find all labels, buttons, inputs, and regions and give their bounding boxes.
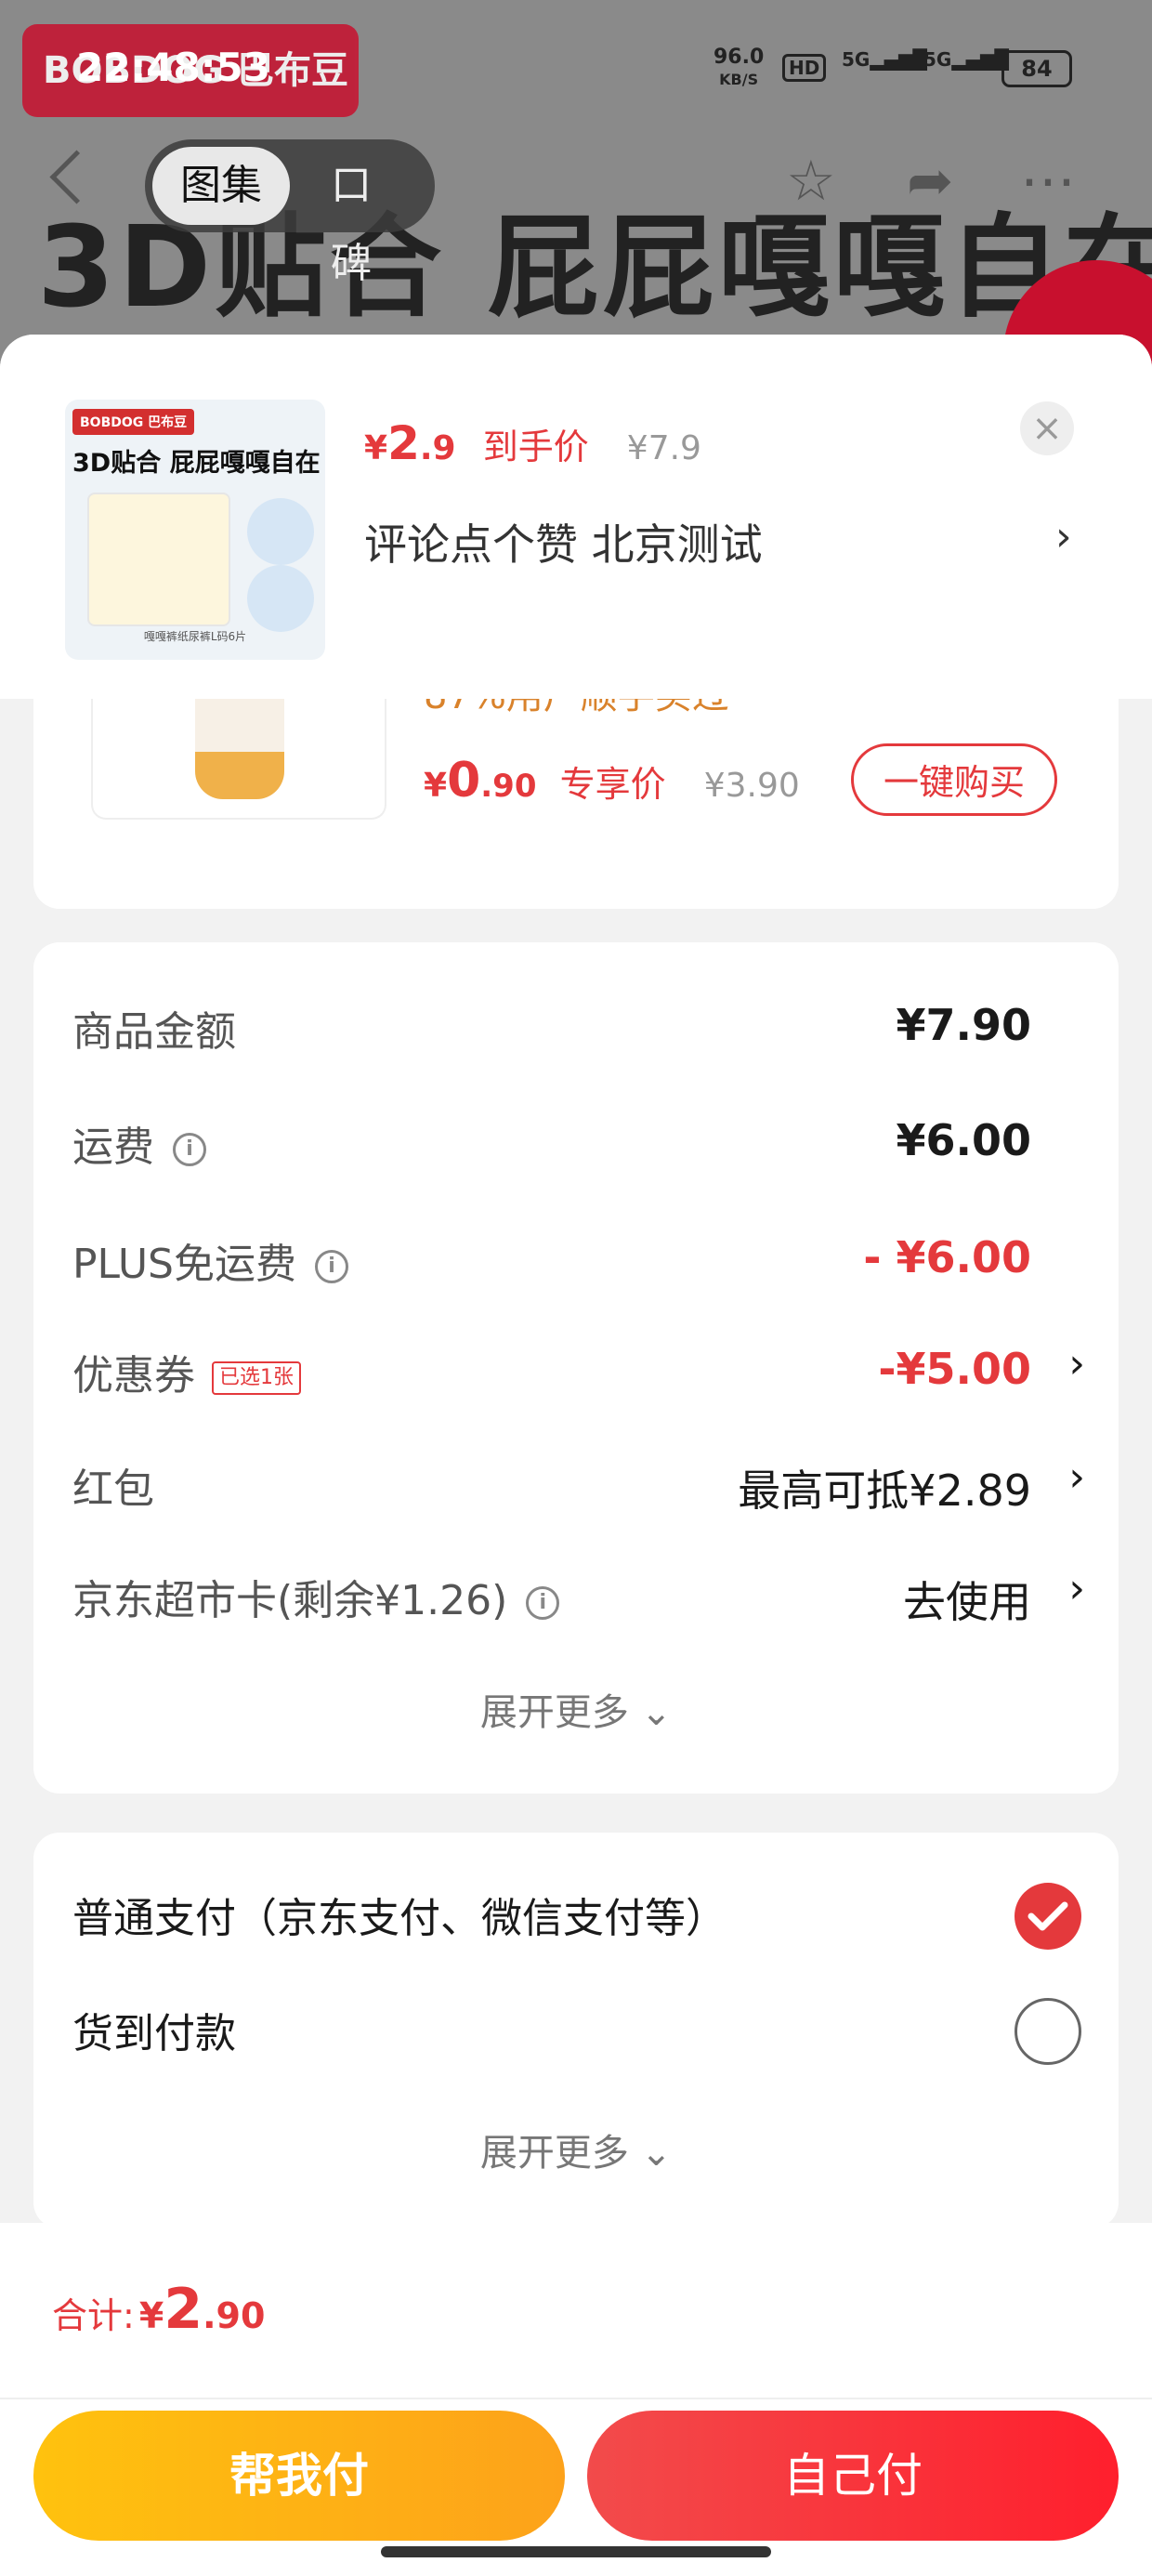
one-click-buy-button[interactable]: 一键购买 [851, 743, 1057, 816]
hd-icon: HD [782, 54, 827, 82]
expand-more-fees[interactable]: 展开更多 ⌄ [33, 1682, 1119, 1736]
red-packet-label: 红包 [72, 1465, 154, 1513]
feature-bubble [247, 498, 314, 565]
status-bar: 22:48:53 96.0 KB/S HD 5G▂▄▆█ 5G▂▄▆█ 84 [0, 37, 1152, 102]
coupon-label: 优惠券 [72, 1352, 195, 1400]
network-speed-value: 96.0 [713, 46, 765, 69]
chevron-right-icon[interactable]: › [1068, 1453, 1085, 1501]
coupon-selected-badge: 已选1张 [212, 1361, 301, 1395]
goods-amount-label: 商品金额 [72, 1008, 236, 1056]
shipping-value: ¥6.00 [896, 1115, 1031, 1165]
price-currency: ¥ [364, 429, 388, 467]
price-decimal: .9 [419, 429, 456, 467]
more-icon[interactable]: ⋯ [1020, 149, 1076, 214]
original-price: ¥7.9 [626, 429, 701, 467]
plus-free-shipping-row: PLUS免运费 i - ¥6.00 [72, 1219, 1085, 1294]
goods-amount-row: 商品金额 ¥7.90 [72, 987, 1085, 1061]
feature-bubble [247, 565, 314, 632]
tab-reviews[interactable]: 口碑 [303, 147, 435, 287]
total-label: 合计: [52, 2295, 135, 2336]
favorite-star-icon[interactable]: ☆ [786, 149, 836, 214]
back-icon[interactable] [49, 150, 104, 204]
info-icon[interactable]: i [315, 1250, 348, 1283]
coupon-value: -¥5.00 [878, 1344, 1031, 1394]
checkmark-icon[interactable] [1015, 1883, 1081, 1950]
home-indicator[interactable] [381, 2546, 771, 2557]
red-packet-row[interactable]: 红包 最高可抵¥2.89 › [72, 1444, 1085, 1518]
checkout-footer: 合计: ¥2.90 帮我付 自己付 [0, 2223, 1152, 2576]
goods-amount-value: ¥7.90 [896, 1000, 1031, 1050]
thumbnail-brand-logo: BOBDOG 巴布豆 [72, 409, 195, 435]
info-icon[interactable]: i [526, 1586, 560, 1620]
price-integer: 0 [447, 753, 481, 808]
use-card-link[interactable]: 去使用 [903, 1569, 1031, 1630]
pay-myself-button[interactable]: 自己付 [587, 2411, 1119, 2541]
fee-breakdown: 商品金额 ¥7.90 运费 i ¥6.00 PLUS免运费 i - ¥6.00 优惠… [33, 942, 1119, 1794]
chevron-right-icon[interactable]: › [1068, 1340, 1085, 1387]
thumbnail-title: 3D贴合 屁屁嘎嘎自在 [72, 449, 321, 478]
help-me-pay-button[interactable]: 帮我付 [33, 2411, 565, 2541]
price-integer: 2 [387, 416, 420, 470]
payment-option-normal[interactable]: 普通支付（京东支付、微信支付等） [72, 1885, 727, 1944]
final-price-label: 到手价 [482, 427, 589, 467]
checkout-sheet: BOBDOG 巴布豆 3D贴合 屁屁嘎嘎自在 嘎嘎裤纸尿裤L码6片 ¥2.9 到… [0, 335, 1152, 2576]
payment-methods: 普通支付（京东支付、微信支付等） 货到付款 展开更多 ⌄ [33, 1833, 1119, 2228]
supermarket-card-label: 京东超市卡(剩余¥1.26) [72, 1577, 508, 1624]
background-page: BOBDOG 巴布豆 3D贴合 屁屁嘎嘎自在 22:48:53 96.0 KB/… [0, 0, 1152, 372]
chevron-down-icon: ⌄ [640, 1691, 673, 1734]
price-decimal: .90 [480, 768, 537, 805]
expand-more-label: 展开更多 [479, 1691, 629, 1734]
chevron-right-icon[interactable]: › [1068, 1565, 1085, 1612]
signal-icon: 5G▂▄▆█ [842, 48, 927, 71]
product-thumbnail: BOBDOG 巴布豆 3D贴合 屁屁嘎嘎自在 嘎嘎裤纸尿裤L码6片 [65, 400, 325, 660]
payment-option-cod[interactable]: 货到付款 [72, 2000, 236, 2059]
chevron-down-icon: ⌄ [640, 2132, 673, 2175]
product-nav-bar: 图集 口碑 ☆ ➦ ⋯ [0, 139, 1152, 287]
expand-more-payments[interactable]: 展开更多 ⌄ [33, 2123, 1119, 2176]
tab-gallery[interactable]: 图集 [152, 147, 290, 225]
info-icon[interactable]: i [173, 1133, 206, 1166]
total-currency: ¥ [138, 2295, 164, 2336]
recommended-original-price: ¥3.90 [703, 767, 800, 805]
expand-more-label: 展开更多 [479, 2132, 629, 2175]
product-summary: BOBDOG 巴布豆 3D贴合 屁屁嘎嘎自在 嘎嘎裤纸尿裤L码6片 ¥2.9 到… [0, 335, 1152, 699]
order-total: 合计: ¥2.90 [52, 2277, 265, 2342]
network-speed: 96.0 KB/S [713, 46, 764, 91]
thumbnail-caption: 嘎嘎裤纸尿裤L码6片 [143, 630, 247, 643]
total-decimal: .90 [203, 2295, 266, 2336]
final-price: ¥2.9 到手价 ¥7.9 [364, 416, 701, 470]
exclusive-price-label: 专享价 [559, 764, 666, 805]
status-time: 22:48:53 [76, 45, 270, 90]
red-packet-value: 最高可抵¥2.89 [738, 1465, 1031, 1516]
network-speed-unit: KB/S [719, 71, 759, 88]
divider [0, 2398, 1152, 2399]
price-currency: ¥ [424, 767, 448, 805]
recommended-price: ¥0.90 专享价 ¥3.90 [424, 753, 800, 808]
battery-icon: 84 [1001, 50, 1072, 87]
plus-free-shipping-label: PLUS免运费 [72, 1241, 296, 1288]
media-tab-switch: 图集 口碑 [145, 139, 435, 287]
selected-spec[interactable]: 评论点个赞 北京测试 [364, 511, 763, 572]
chevron-right-icon[interactable]: › [1055, 513, 1072, 560]
total-integer: 2 [164, 2277, 203, 2342]
radio-unchecked-icon[interactable] [1015, 1998, 1081, 2065]
signal-icon-2: 5G▂▄▆█ [923, 48, 1009, 71]
shipping-row: 运费 i ¥6.00 [72, 1102, 1085, 1176]
share-icon[interactable]: ➦ [907, 149, 953, 214]
plus-discount-value: - ¥6.00 [863, 1232, 1031, 1282]
shipping-label: 运费 [72, 1124, 154, 1171]
diaper-pack-image [87, 493, 230, 626]
close-icon[interactable]: × [1020, 401, 1074, 455]
coupon-row[interactable]: 优惠券 已选1张 -¥5.00 › [72, 1331, 1085, 1405]
supermarket-card-row[interactable]: 京东超市卡(剩余¥1.26) i 去使用 › [72, 1556, 1085, 1630]
